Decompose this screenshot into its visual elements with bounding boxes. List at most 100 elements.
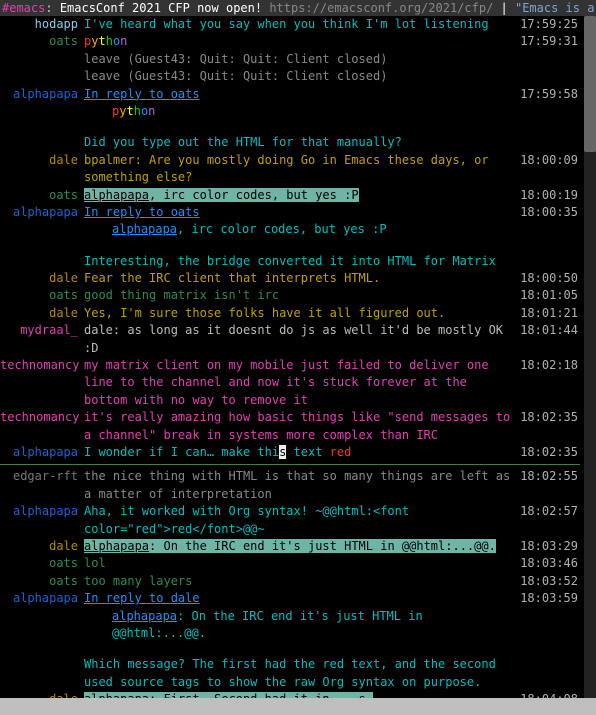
scrollbar-thumb[interactable] (584, 16, 596, 152)
nick: dale (0, 538, 84, 555)
message-body: leave (Guest43: Quit: Quit: Client close… (84, 68, 518, 85)
nick: alphapapa (0, 590, 84, 607)
nick: oats (0, 573, 84, 590)
timestamp: 18:03:59 (518, 590, 580, 607)
timestamp: 18:00:09 (518, 152, 580, 169)
message-body: Did you type out the HTML for that manua… (84, 134, 518, 151)
timestamp: 18:00:50 (518, 270, 580, 287)
nick: oats (0, 187, 84, 204)
timestamp: 18:02:35 (518, 409, 580, 426)
nick: dale (0, 691, 84, 698)
reply-link[interactable]: oats (171, 87, 200, 101)
timestamp: 18:01:21 (518, 305, 580, 322)
chat-row: Did you type out the HTML for that manua… (0, 134, 580, 151)
message-body: Interesting, the bridge converted it int… (84, 253, 518, 270)
message-body: alphapapa: On the IRC end it's just HTML… (84, 608, 518, 643)
message-body: too many layers (84, 573, 518, 590)
chat-row: oatslol18:03:46 (0, 555, 580, 572)
message-body: Which message? The first had the red tex… (84, 656, 518, 691)
chat-row: Which message? The first had the red tex… (0, 656, 580, 691)
message-body: my matrix client on my mobile just faile… (84, 357, 518, 409)
nick: edgar-rft (0, 468, 84, 485)
message-body: good thing matrix isn't irc (84, 287, 518, 304)
message-body: python (84, 33, 518, 50)
message-body: Aha, it worked with Org syntax! ~@@html:… (84, 503, 518, 538)
reply-link[interactable]: In reply to (84, 87, 171, 101)
timestamp: 18:00:35 (518, 204, 580, 221)
reply-link[interactable]: alphapapa (112, 222, 177, 236)
chat-row: oatsalphapapa, irc color codes, but yes … (0, 187, 580, 204)
chat-row: edgar-rftthe nice thing with HTML is tha… (0, 468, 580, 503)
reply-link[interactable]: alphapapa (112, 609, 177, 623)
chat-row: technomancyit's really amazing how basic… (0, 409, 580, 444)
chat-row: daleYes, I'm sure those folks have it al… (0, 305, 580, 322)
nick: dale (0, 152, 84, 169)
chat-row: daleFear the IRC client that interprets … (0, 270, 580, 287)
nick: dale (0, 270, 84, 287)
chat-row: dalebpalmer: Are you mostly doing Go in … (0, 152, 580, 187)
chat-row: alphapapaI wonder if I can… make this te… (0, 444, 580, 461)
timestamp: 18:02:57 (518, 503, 580, 520)
message-body: In reply to dale (84, 590, 518, 607)
nick: alphapapa (0, 503, 84, 520)
chat-row: python (0, 103, 580, 120)
nick: technomancy (0, 357, 84, 374)
chat-row: alphapapa: On the IRC end it's just HTML… (0, 608, 580, 643)
nick: technomancy (0, 409, 84, 426)
message-body: dale: as long as it doesnt do js as well… (84, 322, 518, 357)
chat-row: alphapapaIn reply to oats 18:00:35 (0, 204, 580, 221)
chat-row: leave (Guest43: Quit: Quit: Client close… (0, 68, 580, 85)
timestamp: 18:02:55 (518, 468, 580, 485)
title-bar: #emacs: EmacsConf 2021 CFP now open! htt… (0, 0, 596, 16)
message-body: python (84, 103, 518, 120)
scrollbar-track[interactable] (584, 16, 596, 698)
chat-row: Interesting, the bridge converted it int… (0, 253, 580, 270)
chat-row: dalealphapapa: First. Second had it in ~… (0, 691, 580, 698)
read-divider (0, 464, 580, 465)
reply-link[interactable]: oats (171, 205, 200, 219)
message-body: In reply to oats (84, 86, 518, 103)
message-body: it's really amazing how basic things lik… (84, 409, 518, 444)
chat-row: leave (Guest43: Quit: Quit: Client close… (0, 51, 580, 68)
timestamp: 18:03:46 (518, 555, 580, 572)
chat-row: alphapapaAha, it worked with Org syntax!… (0, 503, 580, 538)
message-body: Fear the IRC client that interprets HTML… (84, 270, 518, 287)
nick: alphapapa (0, 86, 84, 103)
chat-row: technomancymy matrix client on my mobile… (0, 357, 580, 409)
timestamp: 18:01:44 (518, 322, 580, 339)
chat-buffer[interactable]: hodappI've heard what you say when you t… (0, 16, 596, 698)
timestamp: 18:04:08 (518, 691, 580, 698)
nick: alphapapa (0, 444, 84, 461)
chat-row: alphapapaIn reply to dale18:03:59 (0, 590, 580, 607)
timestamp: 18:03:52 (518, 573, 580, 590)
nick: alphapapa (0, 204, 84, 221)
timestamp: 17:59:25 (518, 16, 580, 33)
chat-row: oatstoo many layers18:03:52 (0, 573, 580, 590)
modeline: -:%*- *Ement Room: #emacs* 8% L117 (Emen… (0, 698, 596, 715)
message-body: bpalmer: Are you mostly doing Go in Emac… (84, 152, 518, 187)
reply-link[interactable]: In reply to (84, 205, 171, 219)
chat-row: hodappI've heard what you say when you t… (0, 16, 580, 33)
reply-link[interactable]: In reply to (84, 591, 171, 605)
chat-row: dalealphapapa: On the IRC end it's just … (0, 538, 580, 555)
chat-row: oatspython17:59:31 (0, 33, 580, 50)
message-body: Yes, I'm sure those folks have it all fi… (84, 305, 518, 322)
reply-link[interactable]: dale (171, 591, 200, 605)
message-body: lol (84, 555, 518, 572)
message-body: alphapapa, irc color codes, but yes :P (84, 187, 518, 204)
timestamp: 18:02:35 (518, 444, 580, 461)
message-body: I've heard what you say when you think I… (84, 16, 518, 33)
nick: oats (0, 287, 84, 304)
topic-url: https://emacsconf.org/2021/cfp/ (269, 1, 493, 15)
message-body: alphapapa: First. Second had it in ~ ~s. (84, 691, 518, 698)
nick: oats (0, 555, 84, 572)
chat-row: alphapapa, irc color codes, but yes :P (0, 221, 580, 238)
chat-row: mydraal_dale: as long as it doesnt do js… (0, 322, 580, 357)
nick: oats (0, 33, 84, 50)
chat-row: oatsgood thing matrix isn't irc18:01:05 (0, 287, 580, 304)
message-body: leave (Guest43: Quit: Quit: Client close… (84, 51, 518, 68)
message-body: the nice thing with HTML is that so many… (84, 468, 518, 503)
message-body: alphapapa: On the IRC end it's just HTML… (84, 538, 518, 555)
timestamp: 18:03:29 (518, 538, 580, 555)
chat-row: alphapapaIn reply to oats17:59:58 (0, 86, 580, 103)
